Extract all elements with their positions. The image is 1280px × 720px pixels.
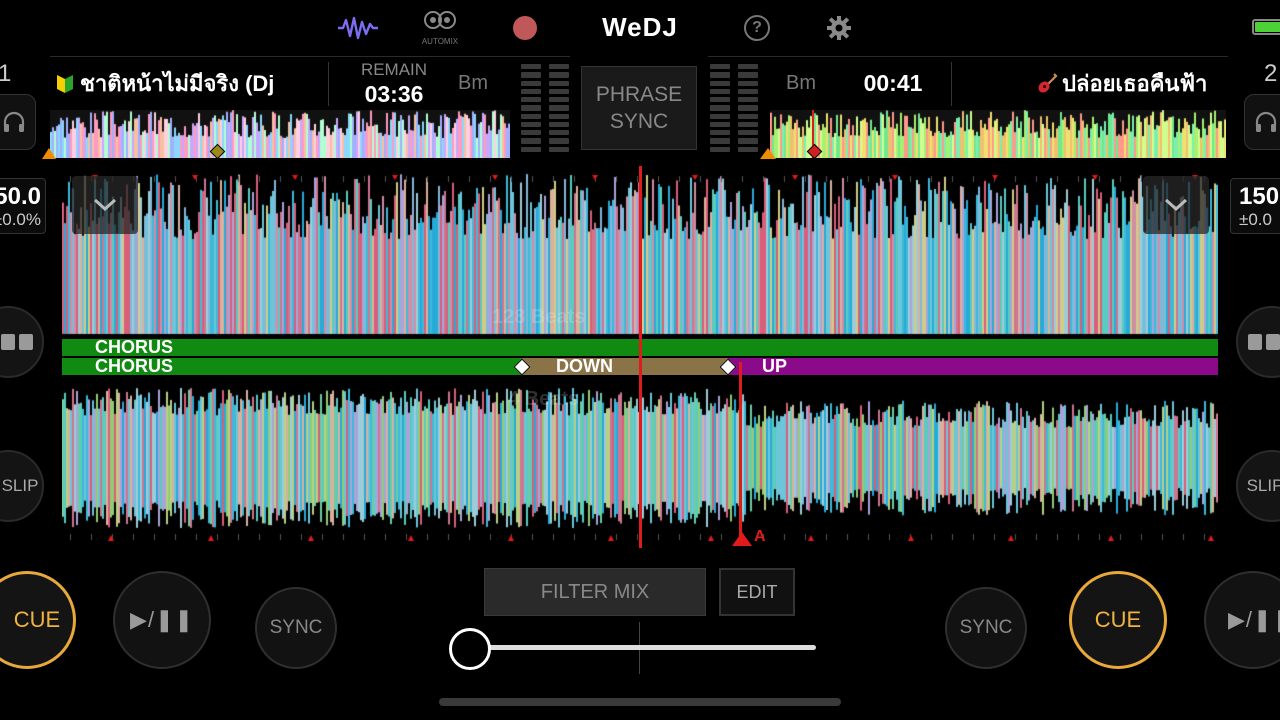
deck1-bpm-display[interactable]: 150.0 ±0.0% — [0, 178, 46, 234]
deck1-play-pause-button[interactable]: ▶/❚❚ — [113, 571, 211, 669]
deck2-phrase-down-segment — [522, 358, 728, 375]
headphones-icon — [3, 111, 25, 132]
deck2-cue-button[interactable]: CUE — [1069, 571, 1167, 669]
deck2-cue-label: CUE — [1094, 607, 1142, 632]
deck1-level-meter-left — [521, 64, 541, 152]
chevron-down-icon — [1164, 198, 1188, 212]
deck2-beats-overlay: 4 Beats — [508, 388, 580, 410]
deck1-level-meter-right — [549, 64, 569, 152]
guitar-icon — [1038, 73, 1058, 93]
edit-label: EDIT — [736, 581, 778, 602]
deck1-overview-canvas — [50, 110, 510, 158]
deck2-slip-button[interactable]: SLIP — [1236, 450, 1280, 522]
waveform-display[interactable]: 128 Beats 4 Beats CHORUS CHORUS DOWN UP … — [62, 166, 1218, 548]
headphones-icon — [1255, 111, 1277, 132]
deck2-cue-label: A — [754, 528, 766, 545]
record-icon — [513, 16, 537, 40]
deck2-sync-label: SYNC — [959, 617, 1013, 638]
deck1-beats-overlay: 128 Beats — [492, 306, 586, 328]
deck2-pitch-value: ±0.0 — [1239, 210, 1272, 229]
deck1-phrase-chorus: CHORUS — [95, 337, 174, 357]
deck1-overview-waveform[interactable] — [50, 110, 510, 158]
deck1-slip-button[interactable]: SLIP — [0, 450, 44, 522]
home-indicator — [439, 698, 841, 706]
crossfader-knob[interactable] — [449, 628, 491, 670]
deck1-overview-cue-marker — [42, 148, 56, 159]
playhead-line — [639, 166, 642, 548]
deck2-headphone-cue-button[interactable] — [1244, 94, 1280, 150]
deck1-collapse-button[interactable] — [72, 176, 138, 234]
deck2-phrase-down: DOWN — [556, 356, 613, 376]
crossfader-track[interactable] — [470, 645, 816, 650]
battery-icon — [1252, 19, 1280, 35]
deck2-slip-label: SLIP — [1246, 476, 1280, 495]
deck2-level-meter-left — [710, 64, 730, 152]
deck1-pads-button[interactable] — [0, 306, 44, 378]
deck2-cue-line — [739, 362, 742, 538]
deck2-title-text: ปล่อยเธอคืนฟ้า — [1062, 71, 1208, 96]
edit-button[interactable]: EDIT — [719, 568, 795, 616]
deck2-level-meter-right — [738, 64, 758, 152]
waveform-icon[interactable] — [336, 8, 380, 48]
deck1-slip-label: SLIP — [1, 476, 39, 495]
deck2-phrase-up: UP — [762, 356, 788, 376]
deck1-play-pause-icon: ▶/❚❚ — [130, 607, 194, 632]
deck2-sync-button[interactable]: SYNC — [945, 587, 1027, 669]
deck2-overview-canvas — [770, 110, 1226, 158]
deck2-play-pause-icon: ▶/❚❚ — [1228, 607, 1280, 632]
deck2-number: 2 — [1264, 60, 1278, 87]
deck2-phrase-up-segment — [728, 358, 1218, 375]
filter-mix-button[interactable]: FILTER MIX — [484, 568, 706, 616]
help-button[interactable]: ? — [742, 8, 772, 48]
beginner-mark-icon — [57, 75, 73, 93]
deck2-bpm-value: 150 — [1239, 183, 1280, 210]
deck2-bpm-display[interactable]: 150 ±0.0 — [1230, 178, 1280, 234]
pads-icon — [1248, 334, 1280, 350]
automix-label: AUTOMIX — [421, 37, 459, 46]
deck1-bpm-value: 150.0 — [0, 183, 41, 210]
settings-button[interactable] — [824, 8, 854, 48]
gear-icon — [827, 16, 851, 40]
deck2-collapse-button[interactable] — [1143, 176, 1209, 234]
deck1-title-text: ชาติหน้าไม่มีจริง (Dj — [80, 71, 275, 96]
deck2-phrase-chorus: CHORUS — [95, 356, 174, 376]
deck1-track-title[interactable]: ชาติหน้าไม่มีจริง (Dj — [54, 66, 306, 101]
phrase-sync-button[interactable]: PHRASE SYNC — [581, 66, 697, 150]
top-bar: AUTOMIX WeDJ ? — [0, 0, 1280, 56]
automix-icon — [424, 11, 456, 29]
deck2-time-value[interactable]: 00:41 — [850, 70, 936, 97]
deck2-pads-button[interactable] — [1236, 306, 1280, 378]
deck2-play-pause-button[interactable]: ▶/❚❚ — [1204, 571, 1280, 669]
help-icon: ? — [744, 15, 770, 41]
record-button[interactable] — [510, 8, 540, 48]
deck1-time-value[interactable]: 03:36 — [350, 81, 438, 108]
deck2-overview-waveform[interactable] — [770, 110, 1226, 158]
app-logo: WeDJ — [602, 11, 678, 42]
deck1-key: Bm — [458, 72, 488, 94]
phrase-sync-line2: SYNC — [609, 110, 669, 133]
deck2-key: Bm — [786, 72, 816, 94]
deck2-track-title[interactable]: ปล่อยเธอคืนฟ้า — [1036, 66, 1230, 101]
deck1-pitch-value: ±0.0% — [0, 210, 41, 229]
chevron-down-icon — [93, 198, 117, 212]
automix-button[interactable]: AUTOMIX — [420, 8, 460, 48]
deck1-headphone-cue-button[interactable] — [0, 94, 36, 150]
deck1-cue-button[interactable]: CUE — [0, 571, 76, 669]
deck2-cue-marker-icon — [732, 532, 752, 546]
filter-mix-label: FILTER MIX — [540, 580, 650, 603]
phrase-sync-line1: PHRASE — [595, 83, 683, 106]
deck1-sync-label: SYNC — [269, 617, 323, 638]
deck1-sync-button[interactable]: SYNC — [255, 587, 337, 669]
pads-icon — [1, 334, 33, 350]
deck1-cue-label: CUE — [13, 607, 61, 632]
deck1-number: 1 — [0, 60, 12, 87]
deck2-overview-cue-marker — [760, 148, 776, 159]
deck1-time-label: REMAIN — [360, 60, 428, 79]
